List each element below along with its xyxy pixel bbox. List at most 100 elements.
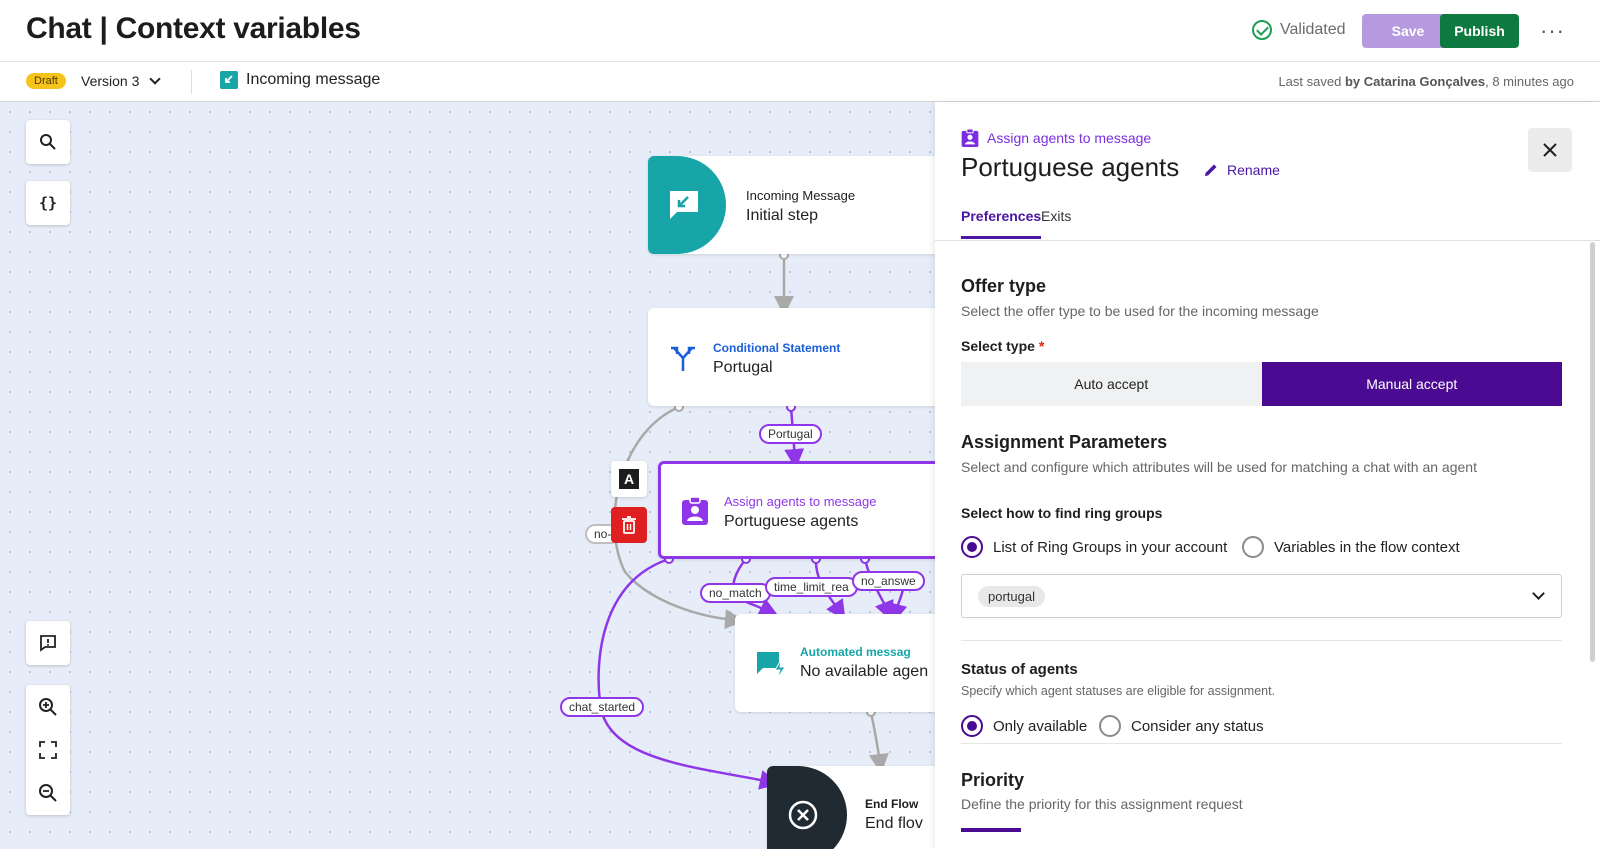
node-type: Incoming Message <box>746 188 856 203</box>
node-incoming-message[interactable]: Incoming Message Initial step <box>648 156 935 254</box>
text-annotation-icon: A <box>619 469 639 489</box>
node-name: End flov <box>865 815 923 832</box>
offer-type-toggle: Auto accept Manual accept <box>961 362 1562 406</box>
tab-divider <box>935 240 1600 241</box>
variables-button[interactable]: {} <box>26 181 70 225</box>
tab-exits[interactable]: Exits <box>1041 208 1071 236</box>
radio-selected-icon <box>961 715 983 737</box>
zoom-controls <box>26 685 70 815</box>
node-end-flow[interactable]: End Flow End flov <box>767 766 935 849</box>
fit-view-button[interactable] <box>26 728 70 771</box>
branch-icon <box>671 346 695 371</box>
node-conditional[interactable]: Conditional Statement Portugal <box>648 308 935 406</box>
assignment-heading: Assignment Parameters <box>961 432 1168 452</box>
node-automated-message[interactable]: Automated messag No available agen <box>735 614 935 712</box>
check-circle-icon <box>1252 20 1272 40</box>
more-options-icon[interactable]: ··· <box>1540 18 1565 44</box>
page-title: Chat | Context variables <box>26 12 361 45</box>
radio-only-available[interactable]: Only available <box>961 715 1087 737</box>
radio-selected-icon <box>961 536 983 558</box>
edge-label-no-match[interactable]: no_match <box>700 583 771 603</box>
chat-incoming-icon <box>670 191 698 219</box>
radio-label: Consider any status <box>1131 717 1264 735</box>
node-type: End Flow <box>865 797 919 811</box>
panel-scrollbar[interactable] <box>1590 242 1595 662</box>
last-saved-time: , 8 minutes ago <box>1485 74 1574 89</box>
top-bar: Chat | Context variables Validated Save … <box>0 0 1600 62</box>
last-saved-prefix: Last saved <box>1278 74 1342 89</box>
feedback-icon <box>40 635 56 652</box>
divider <box>961 640 1562 641</box>
node-type: Assign agents to message <box>724 494 877 509</box>
node-type: Automated messag <box>800 645 911 659</box>
version-label: Version 3 <box>81 73 140 89</box>
panel-title: Portuguese agents <box>961 152 1180 182</box>
zoom-out-icon <box>39 783 57 802</box>
node-assign-agents[interactable]: Assign agents to message Portuguese agen… <box>658 461 935 559</box>
trigger-label: Incoming message <box>246 71 381 88</box>
divider <box>961 743 1562 744</box>
edge-label-time-limit[interactable]: time_limit_rea <box>765 577 858 597</box>
node-type: Conditional Statement <box>713 341 841 355</box>
close-panel-button[interactable] <box>1528 128 1572 172</box>
priority-description: Define the priority for this assignment … <box>961 796 1243 812</box>
assign-agent-icon <box>961 128 979 147</box>
close-icon <box>1543 143 1557 157</box>
divider <box>191 70 192 94</box>
rename-button[interactable]: Rename <box>1203 162 1280 178</box>
braces-icon: {} <box>38 194 58 212</box>
search-button[interactable] <box>26 120 70 164</box>
priority-heading: Priority <box>961 770 1025 790</box>
select-type-label: Select type * <box>961 338 1044 354</box>
radio-unselected-icon <box>1099 715 1121 737</box>
radio-label: Variables in the flow context <box>1274 538 1460 556</box>
delete-node-button[interactable] <box>611 507 647 543</box>
rename-label: Rename <box>1227 162 1280 178</box>
node-icon-area <box>648 156 726 254</box>
select-type-label-text: Select type <box>961 338 1035 354</box>
validation-status: Validated <box>1252 20 1346 40</box>
feedback-button[interactable] <box>26 621 70 665</box>
radio-unselected-icon <box>1242 536 1264 558</box>
manual-accept-option[interactable]: Manual accept <box>1261 362 1562 406</box>
node-settings-panel: Assign agents to message Portuguese agen… <box>935 102 1600 849</box>
panel-node-type-label: Assign agents to message <box>987 130 1152 146</box>
offer-type-heading: Offer type <box>961 276 1047 296</box>
search-icon <box>40 134 56 150</box>
required-mark: * <box>1038 338 1045 354</box>
node-icon-area <box>767 766 847 849</box>
edge-label-chat-started[interactable]: chat_started <box>560 697 645 717</box>
auto-accept-option[interactable]: Auto accept <box>961 362 1262 406</box>
last-saved-info: Last saved by Catarina Gonçalves, 8 minu… <box>1278 74 1574 89</box>
flow-info-bar: Draft Version 3 Incoming message Last sa… <box>0 62 1600 102</box>
node-name: Portugal <box>713 359 773 376</box>
end-flow-icon <box>788 800 818 830</box>
tab-preferences[interactable]: Preferences <box>961 208 1042 239</box>
chevron-down-icon <box>149 73 162 85</box>
radio-flow-variables[interactable]: Variables in the flow context <box>1242 536 1460 558</box>
assign-agent-icon <box>682 496 708 525</box>
pencil-icon <box>1205 164 1217 176</box>
zoom-out-button[interactable] <box>26 771 70 814</box>
node-name: Portuguese agents <box>724 513 859 530</box>
priority-control-edge[interactable] <box>961 828 1021 832</box>
panel-node-type: Assign agents to message <box>961 128 1151 148</box>
zoom-in-button[interactable] <box>26 685 70 728</box>
edge-label-portugal[interactable]: Portugal <box>759 424 822 444</box>
ring-groups-label: Select how to find ring groups <box>961 505 1163 521</box>
flow-canvas[interactable]: {} Incoming Message Initial step Conditi… <box>0 102 935 849</box>
radio-any-status[interactable]: Consider any status <box>1099 715 1264 737</box>
radio-ring-group-list[interactable]: List of Ring Groups in your account <box>961 536 1227 558</box>
assignment-description: Select and configure which attributes wi… <box>961 459 1477 475</box>
version-selector[interactable]: Version 3 <box>81 73 162 89</box>
trash-icon <box>622 516 636 534</box>
publish-button[interactable]: Publish <box>1440 14 1519 48</box>
ring-group-select[interactable]: portugal <box>961 574 1562 618</box>
automated-message-icon <box>757 652 786 680</box>
annotate-button[interactable]: A <box>611 461 647 497</box>
selected-chip[interactable]: portugal <box>978 586 1045 607</box>
chevron-down-icon <box>1532 587 1545 600</box>
edge-label-no-answer[interactable]: no_answe <box>852 571 925 591</box>
node-name: No available agen <box>800 663 929 680</box>
radio-label: List of Ring Groups in your account <box>993 538 1228 556</box>
